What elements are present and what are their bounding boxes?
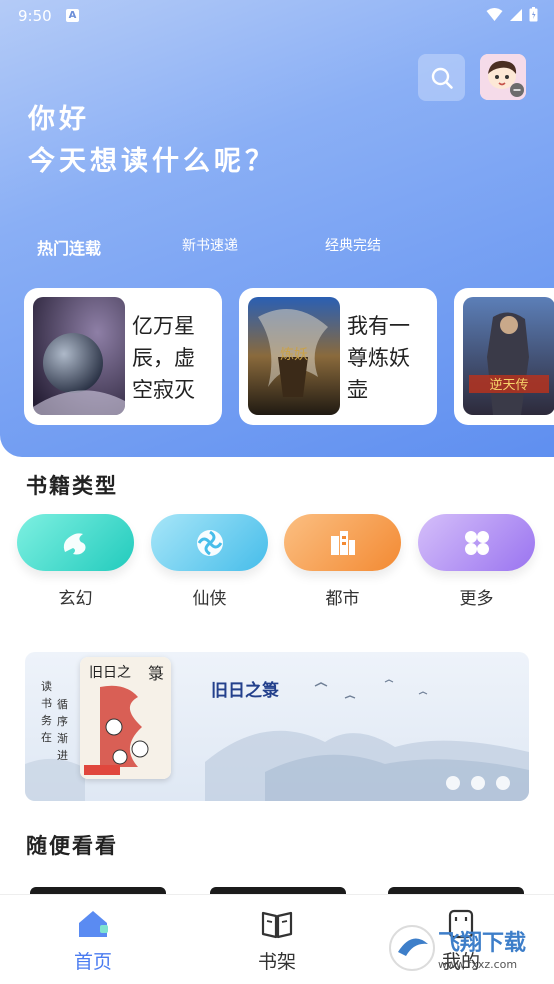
tab-new-books[interactable]: 新书速递 — [182, 235, 238, 255]
svg-text:炼妖: 炼妖 — [280, 347, 308, 363]
tab-completed[interactable]: 经典完结 — [325, 235, 381, 255]
category-dushi[interactable] — [284, 514, 401, 571]
dragon-icon — [63, 532, 85, 554]
home-icon — [79, 911, 108, 937]
svg-text:逆天传: 逆天传 — [489, 377, 528, 393]
category-label: 仙侠 — [192, 589, 227, 609]
category-label: 玄幻 — [58, 589, 93, 609]
battery-icon — [529, 7, 538, 22]
search-icon — [431, 67, 453, 89]
nav-bookshelf[interactable]: 书架 — [227, 895, 327, 984]
book-cover: 炼妖 — [248, 297, 340, 415]
nav-bookshelf-label: 书架 — [257, 951, 296, 973]
category-xianxia[interactable] — [151, 514, 268, 571]
system-icons — [486, 7, 538, 22]
book-cover: 逆天传 — [463, 297, 554, 415]
status-bar: 9:50 A — [0, 0, 554, 32]
signal-icon — [510, 8, 522, 21]
hot-book-title: 亿万星辰，虚空寂灭 — [132, 314, 195, 402]
hot-book-card[interactable]: 炼妖 我有一尊炼妖壶 — [239, 288, 437, 425]
status-time: 9:50 — [18, 7, 52, 25]
hot-book-card[interactable]: 逆天传 — [454, 288, 554, 425]
watermark-logo: 飞翔下载 www.fxxz.com — [388, 922, 548, 974]
watermark-url: www.fxxz.com — [438, 958, 517, 971]
nav-home-label: 首页 — [73, 951, 112, 973]
greeting-line-1: 你好 — [28, 104, 90, 135]
banner-vertical-text: 读书务在 — [41, 680, 52, 744]
banner-title: 旧日之箓 — [211, 681, 279, 701]
book-icon — [261, 911, 293, 939]
categories-title: 书籍类型 — [26, 474, 118, 498]
category-label: 都市 — [325, 589, 360, 609]
hero-header: 9:50 A 你好 今天想读什么呢？ 热门连载 新书速递 经典完结 亿万星辰，虚… — [0, 0, 554, 457]
avatar[interactable] — [480, 54, 526, 100]
notification-badge: A — [66, 9, 79, 22]
category-more[interactable] — [418, 514, 535, 571]
carousel-dot[interactable] — [446, 776, 460, 790]
watermark-text: 飞翔下载 — [438, 930, 526, 956]
hot-book-card[interactable]: 亿万星辰，虚空寂灭 — [24, 288, 222, 425]
avatar-icon — [480, 54, 526, 100]
search-button[interactable] — [418, 54, 465, 101]
carousel-dot[interactable] — [471, 776, 485, 790]
banner-book-cover: 旧日之 箓 — [80, 657, 171, 779]
greeting-line-2: 今天想读什么呢？ — [28, 146, 276, 177]
carousel-dot[interactable] — [496, 776, 510, 790]
category-xuanhuan[interactable] — [17, 514, 134, 571]
svg-text:箓: 箓 — [148, 664, 164, 683]
random-title: 随便看看 — [26, 834, 118, 858]
category-label: 更多 — [459, 589, 494, 609]
tab-hot-serial[interactable]: 热门连载 — [37, 235, 101, 259]
wifi-icon — [486, 7, 503, 21]
swirl-icon — [196, 529, 223, 556]
nav-home[interactable]: 首页 — [43, 895, 143, 984]
city-icon — [330, 530, 355, 555]
promo-banner[interactable]: 读书务在 循序渐进 旧日之 箓 旧日之箓 — [25, 652, 529, 801]
svg-text:旧日之: 旧日之 — [89, 665, 131, 681]
grid-icon — [464, 530, 489, 555]
book-cover — [33, 297, 125, 415]
banner-vertical-text: 循序渐进 — [57, 698, 68, 762]
hot-book-title: 我有一尊炼妖壶 — [347, 314, 410, 402]
